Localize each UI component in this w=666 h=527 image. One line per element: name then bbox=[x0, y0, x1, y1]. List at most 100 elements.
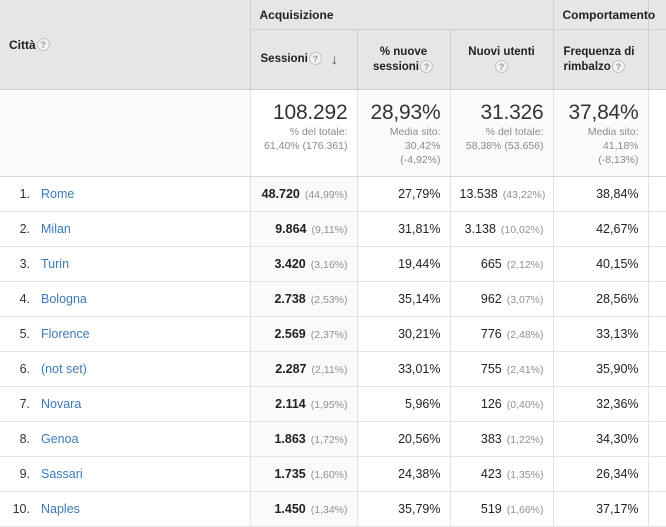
cell-sessions: 1.450 (1,34%) bbox=[249, 491, 357, 527]
cell-sessions: 3.420 (3,16%) bbox=[249, 246, 357, 282]
sessions-value: 2.569 bbox=[274, 327, 306, 341]
summary-new-sessions-pct-sub-value: 30,42% bbox=[404, 140, 441, 152]
bounce-rate-value: 37,17% bbox=[596, 502, 639, 516]
row-index: 7. bbox=[19, 397, 30, 411]
cell-sessions: 2.287 (2,11%) bbox=[249, 351, 357, 387]
new-users-value: 755 bbox=[480, 362, 502, 376]
summary-sessions-value: 108.292 bbox=[272, 101, 348, 124]
sort-descending-icon[interactable]: ↓ bbox=[331, 52, 338, 66]
new-sessions-pct-value: 31,81% bbox=[398, 222, 441, 236]
help-icon-sessions[interactable]: ? bbox=[308, 52, 322, 66]
new-users-value: 126 bbox=[480, 397, 502, 411]
new-users-value: 383 bbox=[480, 432, 502, 446]
help-icon-city[interactable]: ? bbox=[36, 38, 50, 52]
cell-new-users: 755 (2,41%) bbox=[449, 351, 554, 387]
metric-header-new-users[interactable]: Nuovi utenti ? bbox=[449, 29, 554, 90]
cell-overflow bbox=[647, 456, 666, 492]
summary-new-sessions-pct-value: 28,93% bbox=[370, 101, 441, 124]
help-icon-bounce-rate[interactable]: ? bbox=[611, 59, 625, 73]
help-icon-new-users[interactable]: ? bbox=[495, 59, 508, 73]
table-row: 6. (not set) 2.287 (2,11%) 33,01% 755 (2,41%) 3… bbox=[0, 351, 666, 387]
summary-bounce-rate-sub-delta: (-8,13%) bbox=[598, 154, 639, 166]
cell-city: 3. Turin bbox=[0, 246, 250, 282]
cell-city: 8. Genoa bbox=[0, 421, 250, 457]
new-sessions-pct-value: 20,56% bbox=[398, 432, 441, 446]
bounce-rate-value: 38,84% bbox=[596, 187, 639, 201]
sessions-value: 3.420 bbox=[274, 257, 306, 271]
new-users-pct: (43,22%) bbox=[502, 189, 546, 201]
cell-bounce-rate: 35,90% bbox=[552, 351, 649, 387]
help-icon-new-sessions-pct[interactable]: ? bbox=[420, 59, 434, 73]
city-link[interactable]: Novara bbox=[41, 397, 81, 411]
table-row: 5. Florence 2.569 (2,37%) 30,21% 776 (2,48%) 33… bbox=[0, 316, 666, 352]
city-link[interactable]: Turin bbox=[41, 257, 69, 271]
summary-cell-new-sessions-pct: 28,93% Media sito: 30,42% (-4,92%) bbox=[356, 89, 450, 177]
summary-new-users-sub-value: 58,38% (53.656) bbox=[465, 140, 544, 152]
city-link[interactable]: (not set) bbox=[41, 362, 87, 376]
city-link[interactable]: Naples bbox=[41, 502, 80, 516]
row-index: 9. bbox=[19, 467, 30, 481]
metric-header-bounce-rate-line2: rimbalzo bbox=[563, 60, 611, 73]
city-link[interactable]: Rome bbox=[41, 187, 74, 201]
metric-header-sessions-label: Sessioni bbox=[260, 53, 308, 65]
sessions-value: 1.863 bbox=[274, 432, 306, 446]
table-row: 3. Turin 3.420 (3,16%) 19,44% 665 (2,12%) 40,15… bbox=[0, 246, 666, 282]
cell-overflow bbox=[647, 211, 666, 247]
cell-bounce-rate: 32,36% bbox=[552, 386, 649, 422]
new-users-value: 776 bbox=[480, 327, 502, 341]
city-link[interactable]: Bologna bbox=[41, 292, 87, 306]
table-row: 1. Rome 48.720 (44,99%) 27,79% 13.538 (43,22%)… bbox=[0, 176, 666, 212]
new-users-value: 13.538 bbox=[459, 187, 498, 201]
sessions-value: 1.450 bbox=[274, 502, 306, 516]
cell-new-sessions-pct: 35,14% bbox=[356, 281, 450, 317]
cell-sessions: 9.864 (9,11%) bbox=[249, 211, 357, 247]
table-row: 9. Sassari 1.735 (1,60%) 24,38% 423 (1,35%) 26,… bbox=[0, 456, 666, 492]
cell-new-sessions-pct: 31,81% bbox=[356, 211, 450, 247]
sessions-value: 48.720 bbox=[261, 187, 300, 201]
cell-new-sessions-pct: 33,01% bbox=[356, 351, 450, 387]
sessions-value: 2.287 bbox=[275, 362, 307, 376]
row-index: 10. bbox=[12, 502, 30, 516]
metric-header-new-sessions-pct[interactable]: % nuove sessioni? bbox=[356, 29, 450, 90]
metric-header-bounce-rate-line1: Frequenza di bbox=[563, 45, 635, 58]
sessions-pct: (1,72%) bbox=[310, 434, 348, 446]
summary-new-sessions-pct-sub-delta: (-4,92%) bbox=[400, 154, 441, 166]
metric-header-sessions[interactable]: Sessioni? ↓ bbox=[249, 29, 357, 90]
table-row: 7. Novara 2.114 (1,95%) 5,96% 126 (0,40%) 32,36… bbox=[0, 386, 666, 422]
sessions-pct: (44,99%) bbox=[304, 189, 348, 201]
cell-overflow bbox=[647, 176, 666, 212]
cell-new-users: 126 (0,40%) bbox=[449, 386, 554, 422]
new-users-pct: (10,02%) bbox=[500, 224, 544, 236]
summary-sessions-sub-label: % del totale: bbox=[289, 126, 348, 138]
summary-cell-new-users: 31.326 % del totale: 58,38% (53.656) bbox=[449, 89, 554, 177]
summary-sessions-sub-value: 61,40% (176.361) bbox=[264, 140, 348, 152]
new-users-value: 423 bbox=[480, 467, 502, 481]
metric-header-bounce-rate[interactable]: Frequenza di rimbalzo? bbox=[552, 29, 649, 90]
city-link[interactable]: Milan bbox=[41, 222, 71, 236]
city-acquisition-table: Città? Acquisizione Comportamento Sessio… bbox=[0, 0, 666, 527]
metric-header-new-users-label: Nuovi utenti bbox=[468, 45, 535, 58]
city-link[interactable]: Genoa bbox=[41, 432, 79, 446]
new-sessions-pct-value: 35,79% bbox=[398, 502, 441, 516]
new-users-pct: (2,12%) bbox=[506, 259, 544, 271]
cell-overflow bbox=[647, 351, 666, 387]
new-users-pct: (2,41%) bbox=[506, 364, 544, 376]
cell-city: 2. Milan bbox=[0, 211, 250, 247]
group-header-behavior: Comportamento bbox=[552, 0, 655, 30]
sessions-pct: (2,37%) bbox=[310, 329, 348, 341]
sessions-value: 2.738 bbox=[274, 292, 306, 306]
city-link[interactable]: Sassari bbox=[41, 467, 83, 481]
sessions-value: 2.114 bbox=[275, 397, 306, 411]
metric-header-new-sessions-pct-line1: % nuove bbox=[379, 45, 428, 58]
summary-cell-bounce-rate: 37,84% Media sito: 41,18% (-8,13%) bbox=[552, 89, 649, 177]
row-index: 5. bbox=[19, 327, 30, 341]
cell-new-sessions-pct: 24,38% bbox=[356, 456, 450, 492]
new-sessions-pct-value: 27,79% bbox=[398, 187, 441, 201]
dimension-header-city[interactable]: Città? bbox=[0, 0, 250, 90]
bounce-rate-value: 28,56% bbox=[596, 292, 639, 306]
metric-header-new-sessions-pct-line2: sessioni bbox=[372, 60, 420, 73]
row-index: 2. bbox=[19, 222, 30, 236]
metric-header-overflow bbox=[647, 29, 666, 90]
city-link[interactable]: Florence bbox=[41, 327, 90, 341]
cell-overflow bbox=[647, 421, 666, 457]
